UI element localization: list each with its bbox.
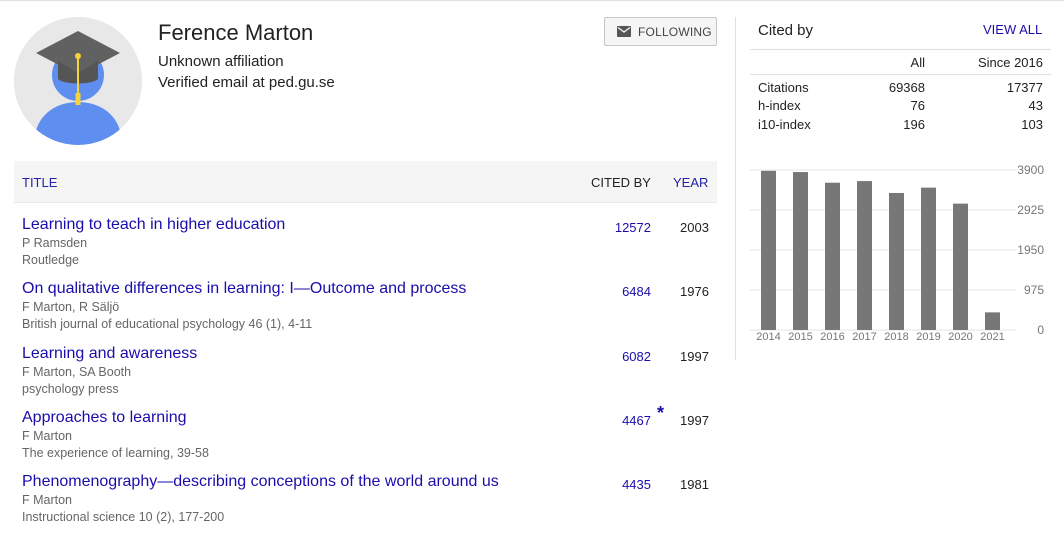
merged-citations-star[interactable]: * <box>657 403 664 424</box>
metric-label: i10-index <box>758 117 811 132</box>
article-cited-by[interactable]: 4435 <box>622 477 651 492</box>
metric-since: 103 <box>1021 117 1043 132</box>
column-year-header[interactable]: YEAR <box>673 175 708 190</box>
table-row: On qualitative differences in learning: … <box>14 280 717 342</box>
table-row: Learning to teach in higher education P … <box>14 216 717 278</box>
article-authors: F Marton, R Säljö <box>22 300 120 314</box>
metric-since: 17377 <box>1006 80 1043 95</box>
profile-name: Ference Marton <box>158 20 314 45</box>
article-venue: Instructional science 10 (2), 177-200 <box>22 510 225 524</box>
x-tick-label: 2017 <box>852 331 876 343</box>
x-tick-label: 2021 <box>980 331 1004 343</box>
table-row: Approaches to learning F Marton The expe… <box>14 403 717 471</box>
article-title[interactable]: Approaches to learning <box>22 409 187 427</box>
x-tick-label: 2019 <box>916 331 940 343</box>
metrics-header-divider <box>750 74 1051 75</box>
y-tick-label: 2925 <box>1017 203 1044 217</box>
article-venue: psychology press <box>22 382 119 396</box>
article-authors: P Ramsden <box>22 236 88 250</box>
graduation-cap-avatar-icon <box>14 17 142 145</box>
table-row: Learning and awareness F Marton, SA Boot… <box>14 345 717 407</box>
chart-bar-2018[interactable] <box>889 192 904 330</box>
article-authors: F Marton, SA Booth <box>22 365 132 379</box>
mail-icon <box>617 26 631 37</box>
chart-bar-2021[interactable] <box>985 312 1000 330</box>
chart-bar-2020[interactable] <box>953 203 968 330</box>
x-tick-label: 2020 <box>948 331 972 343</box>
metric-label: h-index <box>758 98 801 113</box>
metric-all: 76 <box>910 98 925 113</box>
metric-label: Citations <box>758 80 809 95</box>
column-divider <box>735 17 736 360</box>
chart-bar-2015[interactable] <box>793 172 808 330</box>
following-label: FOLLOWING <box>638 24 712 39</box>
following-button[interactable]: FOLLOWING <box>604 17 717 46</box>
metric-since: 43 <box>1028 98 1043 113</box>
x-tick-label: 2018 <box>884 331 908 343</box>
table-row: Phenomenography—describing conceptions o… <box>14 473 717 533</box>
article-venue: British journal of educational psycholog… <box>22 317 313 331</box>
view-all-link[interactable]: VIEW ALL <box>983 22 1042 37</box>
article-year: 1997 <box>680 349 709 364</box>
articles-table-header: TITLE CITED BY YEAR <box>14 161 717 203</box>
article-cited-by[interactable]: 12572 <box>615 220 651 235</box>
citations-chart-svg: 0 975 1950 2925 3900 2014 2015 2016 2017 2018 2019… <box>750 163 1044 343</box>
article-venue: Routledge <box>22 253 79 267</box>
column-title-header[interactable]: TITLE <box>22 175 57 190</box>
avatar <box>14 17 142 145</box>
metric-all: 196 <box>903 117 925 132</box>
article-cited-by[interactable]: 6484 <box>622 284 651 299</box>
citations-per-year-chart: 0 975 1950 2925 3900 2014 2015 2016 2017 2018 2019… <box>750 160 1051 360</box>
y-tick-label: 3900 <box>1017 163 1044 177</box>
cited-by-title: Cited by <box>758 22 814 39</box>
profile-affiliation: Unknown affiliation <box>158 53 284 70</box>
chart-bar-2017[interactable] <box>857 181 872 330</box>
y-tick-label: 1950 <box>1017 243 1044 257</box>
x-tick-label: 2016 <box>820 331 844 343</box>
article-title[interactable]: On qualitative differences in learning: … <box>22 280 466 298</box>
metrics-col-all: All <box>910 55 925 70</box>
article-title[interactable]: Learning to teach in higher education <box>22 216 285 234</box>
metric-all: 69368 <box>888 80 925 95</box>
article-authors: F Marton <box>22 429 73 443</box>
x-tick-label: 2014 <box>756 331 780 343</box>
article-cited-by[interactable]: 4467 <box>622 413 651 428</box>
article-title[interactable]: Learning and awareness <box>22 345 197 363</box>
chart-bar-2016[interactable] <box>825 182 840 330</box>
x-tick-label: 2015 <box>788 331 812 343</box>
chart-bar-2019[interactable] <box>921 187 936 330</box>
article-year: 1997 <box>680 413 709 428</box>
chart-bar-2014[interactable] <box>761 170 776 330</box>
metrics-col-since: Since 2016 <box>977 55 1043 70</box>
article-year: 1981 <box>680 477 709 492</box>
cited-by-divider <box>750 49 1051 50</box>
article-cited-by[interactable]: 6082 <box>622 349 651 364</box>
article-year: 1976 <box>680 284 709 299</box>
y-tick-label: 975 <box>1024 283 1044 297</box>
profile-email: Verified email at ped.gu.se <box>158 74 335 91</box>
column-cited-by-header[interactable]: CITED BY <box>591 175 651 190</box>
article-authors: F Marton <box>22 493 73 507</box>
article-title[interactable]: Phenomenography—describing conceptions o… <box>22 473 499 491</box>
article-year: 2003 <box>680 220 709 235</box>
top-border <box>0 0 1064 1</box>
y-tick-label: 0 <box>1037 323 1044 337</box>
article-venue: The experience of learning, 39-58 <box>22 446 209 460</box>
